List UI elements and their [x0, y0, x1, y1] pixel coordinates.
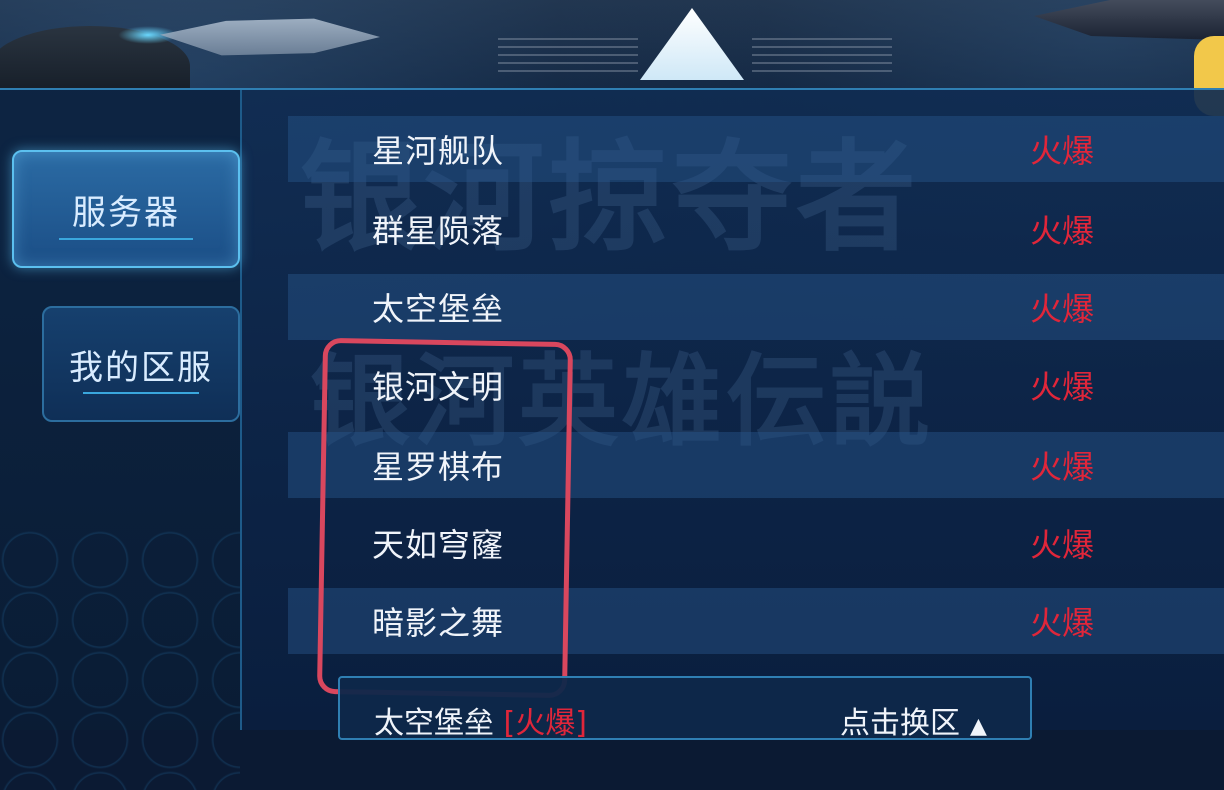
server-status: 火爆 [1030, 526, 1095, 564]
server-row[interactable]: 群星陨落 火爆 [288, 196, 1224, 262]
server-name: 群星陨落 [372, 212, 505, 250]
server-row[interactable]: 太空堡垒 火爆 [288, 274, 1224, 340]
current-server-name: 太空堡垒 [374, 706, 494, 741]
tab-my-servers[interactable]: 我的区服 [42, 306, 240, 422]
current-server-status: [火爆] [503, 706, 587, 741]
server-status: 火爆 [1030, 604, 1095, 642]
server-status: 火爆 [1030, 212, 1095, 250]
tab-servers[interactable]: 服务器 [12, 150, 240, 268]
hexagon-pattern [0, 530, 240, 790]
current-server-bar[interactable]: 太空堡垒 [火爆] 点击换区 ▲ [338, 676, 1032, 742]
annotation-highlight-box [316, 337, 574, 699]
current-server: 太空堡垒 [火爆] [374, 698, 587, 742]
switch-server-button[interactable]: 点击换区 ▲ [840, 698, 987, 742]
server-name: 太空堡垒 [372, 290, 505, 328]
caret-up-icon: ▲ [970, 714, 987, 739]
tab-my-servers-label: 我的区服 [69, 347, 213, 388]
server-status: 火爆 [1030, 368, 1095, 406]
switch-server-label: 点击换区 [840, 706, 960, 741]
server-status: 火爆 [1030, 448, 1095, 486]
header-stripes-right [752, 38, 892, 78]
tab-underline [82, 392, 200, 394]
tab-servers-label: 服务器 [72, 192, 180, 233]
header-stripes-left [498, 38, 638, 78]
server-name: 星河舰队 [372, 132, 505, 170]
server-status: 火爆 [1030, 132, 1095, 170]
server-row[interactable]: 星河舰队 火爆 [288, 116, 1224, 182]
server-status: 火爆 [1030, 290, 1095, 328]
tab-underline [58, 238, 194, 240]
